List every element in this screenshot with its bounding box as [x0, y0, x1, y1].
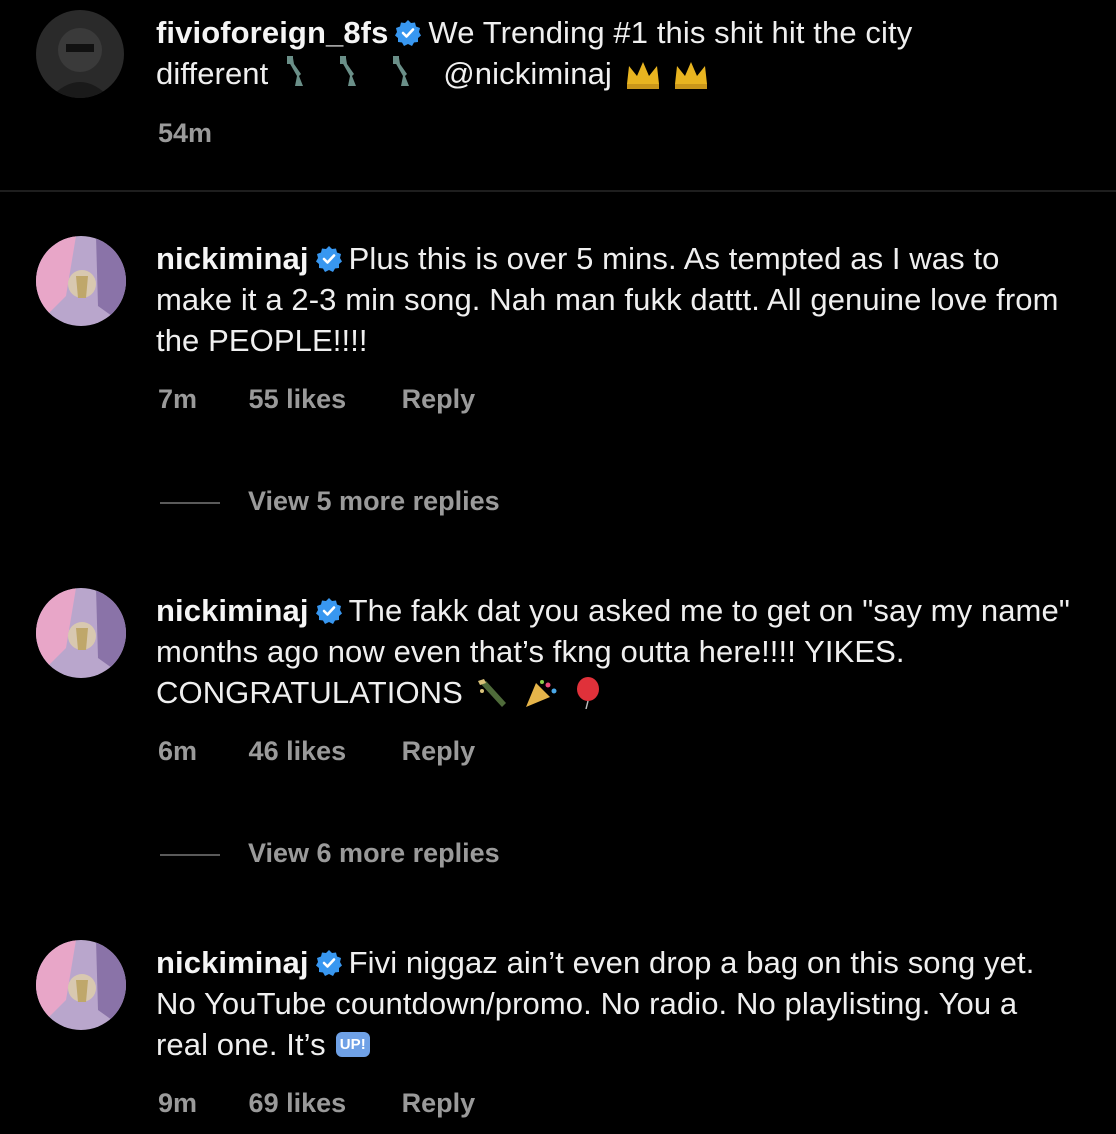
comment-body: nickiminaj Fivi niggaz ain’t even drop a … [156, 942, 1076, 1065]
comment-likes[interactable]: 69 likes [249, 1088, 347, 1119]
caption-text-line2: different [156, 56, 269, 91]
crown-icon [625, 59, 661, 100]
comment-time: 7m [158, 384, 198, 414]
reply-button[interactable]: Reply [402, 1088, 476, 1119]
comment-likes[interactable]: 55 likes [249, 384, 347, 415]
comment-username[interactable]: nickiminaj [156, 945, 309, 980]
caption-mention[interactable]: @nickiminaj [443, 56, 612, 91]
view-replies-button[interactable]: View 6 more replies [160, 838, 500, 869]
comment-meta: 7m 55 likes Reply [158, 384, 475, 415]
comment-meta: 6m 46 likes Reply [158, 736, 475, 767]
reply-button[interactable]: Reply [402, 736, 476, 767]
comment-username[interactable]: nickiminaj [156, 241, 309, 276]
replies-line [160, 853, 220, 856]
caption-divider [0, 190, 1116, 192]
avatar[interactable] [36, 236, 126, 326]
comment-body: nickiminaj Plus this is over 5 mins. As t… [156, 238, 1076, 361]
avatar[interactable] [36, 940, 126, 1030]
caption-meta: 54m [158, 118, 212, 149]
post-caption: fivioforeign_8fs We Trending #1 this shit… [0, 0, 1116, 192]
comment-likes[interactable]: 46 likes [249, 736, 347, 767]
statue-of-liberty-icon [334, 56, 374, 100]
caption-time: 54m [158, 118, 213, 148]
replies-line [160, 501, 220, 504]
crown-icon [673, 59, 709, 100]
champagne-icon [476, 678, 512, 719]
comment-username[interactable]: nickiminaj [156, 593, 309, 628]
view-replies-label: View 5 more replies [248, 486, 500, 516]
reply-button[interactable]: Reply [402, 384, 476, 415]
comment-time: 9m [158, 1088, 198, 1118]
comment-meta: 9m 69 likes Reply [158, 1088, 475, 1119]
avatar[interactable] [36, 10, 124, 98]
avatar[interactable] [36, 588, 126, 678]
verified-badge-icon [315, 598, 342, 624]
balloon-icon [573, 677, 603, 719]
party-popper-icon [524, 678, 560, 719]
comment-body: nickiminaj The fakk dat you asked me to g… [156, 590, 1076, 719]
up-badge-icon: UP! [335, 1032, 370, 1057]
verified-badge-icon [315, 950, 342, 976]
caption-body: fivioforeign_8fs We Trending #1 this shit… [156, 12, 1076, 100]
caption-text-line1: We Trending #1 this shit hit the city [428, 15, 913, 50]
view-replies-label: View 6 more replies [248, 838, 500, 868]
verified-badge-icon [315, 246, 342, 272]
view-replies-button[interactable]: View 5 more replies [160, 486, 500, 517]
statue-of-liberty-icon [281, 56, 321, 100]
caption-username[interactable]: fivioforeign_8fs [156, 15, 388, 50]
comment-time: 6m [158, 736, 198, 766]
statue-of-liberty-icon [387, 56, 427, 100]
verified-badge-icon [395, 20, 422, 46]
